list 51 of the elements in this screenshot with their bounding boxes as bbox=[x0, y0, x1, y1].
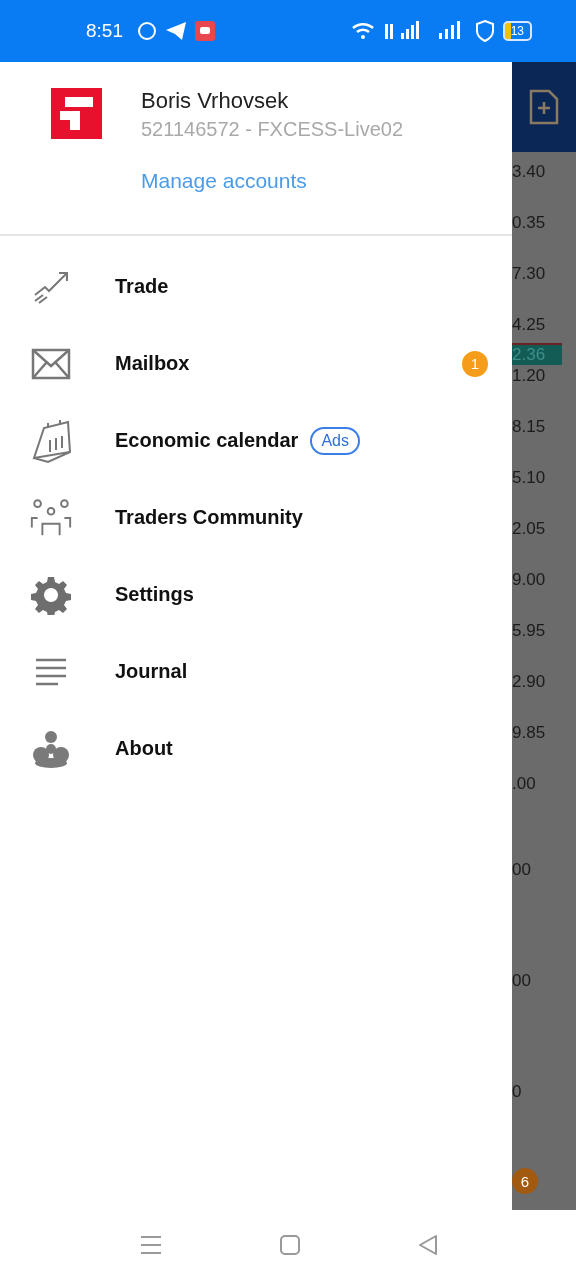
shield-icon bbox=[474, 20, 495, 42]
chat-bubble-icon bbox=[137, 21, 157, 41]
envelope-icon bbox=[31, 347, 71, 380]
price-value: 4.25 bbox=[512, 314, 547, 335]
menu-item[interactable]: Trade bbox=[0, 248, 512, 325]
price-value: 7.30 bbox=[512, 263, 547, 284]
menu-item[interactable]: Traders Community bbox=[0, 479, 512, 556]
menu-item-label: Trade bbox=[115, 275, 169, 298]
price-value: 2.05 bbox=[512, 518, 547, 539]
price-value: 5.95 bbox=[512, 620, 547, 641]
price-value: 5.10 bbox=[512, 467, 547, 488]
menu-icon[interactable] bbox=[140, 1235, 162, 1255]
document-plus-icon bbox=[529, 89, 559, 125]
price-value: 1.20 bbox=[512, 365, 547, 386]
price-value: 0 bbox=[512, 1081, 523, 1102]
menu-item-label: Settings bbox=[115, 583, 194, 606]
people-icon bbox=[28, 497, 74, 538]
menu-item-label: Journal bbox=[115, 660, 188, 683]
battery-level: 13 bbox=[502, 21, 532, 41]
back-icon[interactable] bbox=[418, 1234, 438, 1256]
price-value: 00 bbox=[512, 859, 532, 880]
account-name: Boris Vrhovsek bbox=[141, 88, 290, 114]
count-badge: 6 bbox=[512, 1168, 538, 1194]
price-value: .00 bbox=[512, 773, 537, 794]
lines-icon bbox=[34, 656, 68, 687]
menu-item[interactable]: Journal bbox=[0, 633, 512, 710]
logo-icon bbox=[51, 88, 102, 139]
price-value: 3.40 bbox=[512, 161, 547, 182]
price-value: 9.00 bbox=[512, 569, 547, 590]
menu-item[interactable]: Settings bbox=[0, 556, 512, 633]
account-server: 521146572 - FXCESS-Live02 bbox=[141, 118, 403, 141]
menu-item[interactable]: Mailbox 1 bbox=[0, 325, 512, 402]
clock-time: 8:51 bbox=[86, 20, 123, 42]
paper-plane-icon bbox=[165, 21, 187, 41]
price-value: 8.15 bbox=[512, 416, 547, 437]
menu-item[interactable]: Economic calendar Ads bbox=[0, 402, 512, 479]
price-value: 0.35 bbox=[512, 212, 547, 233]
price-value: 2.90 bbox=[512, 671, 547, 692]
price-value: 9.85 bbox=[512, 722, 547, 743]
menu-item[interactable]: About bbox=[0, 710, 512, 787]
video-icon bbox=[195, 21, 215, 41]
menu-item-label: About bbox=[115, 737, 173, 760]
price-value: 00 bbox=[512, 970, 532, 991]
unread-badge: 1 bbox=[462, 350, 488, 377]
menu-item-label: Mailbox bbox=[115, 352, 190, 375]
ads-tag: Ads bbox=[310, 426, 360, 455]
menu-item-label: Economic calendar bbox=[115, 429, 299, 452]
home-square-icon[interactable] bbox=[279, 1234, 301, 1256]
calendar-icon bbox=[30, 417, 72, 464]
menu-item-label: Traders Community bbox=[115, 506, 303, 529]
settings-icon bbox=[31, 574, 71, 615]
